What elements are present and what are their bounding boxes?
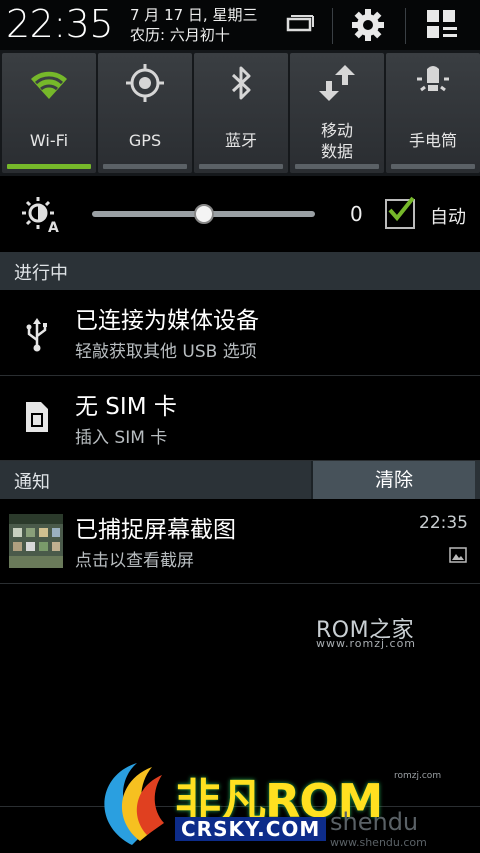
- notification-subtitle: 点击以查看截屏: [75, 551, 194, 571]
- qs-tile-gps[interactable]: GPS: [98, 53, 192, 173]
- qs-label: GPS: [128, 131, 162, 150]
- wifi-icon: [31, 71, 67, 99]
- notification-subtitle: 插入 SIM 卡: [75, 428, 168, 448]
- settings-gear-icon[interactable]: [350, 7, 386, 43]
- qs-indicator-off: [295, 164, 379, 169]
- notification-time: 22:35: [419, 513, 468, 533]
- qs-indicator-off: [391, 164, 475, 169]
- date-line: 7 月 17 日, 星期三: [130, 6, 258, 24]
- notification-title: 无 SIM 卡: [75, 394, 177, 420]
- image-icon: [449, 547, 467, 563]
- qs-label: Wi-Fi: [29, 131, 69, 150]
- clock: 22:35: [6, 2, 114, 46]
- qs-label-line2: 数据: [320, 142, 353, 161]
- brightness-auto-icon: A: [22, 197, 59, 234]
- notification-subtitle: 轻敲获取其他 USB 选项: [75, 342, 257, 362]
- watermark-shendu: shendu: [330, 808, 419, 836]
- notification-no-sim[interactable]: 无 SIM 卡 插入 SIM 卡: [0, 376, 480, 461]
- auto-brightness-label: 自动: [430, 207, 466, 228]
- flashlight-icon: [417, 66, 449, 92]
- section-header-notifications: 通知 清除: [0, 461, 480, 499]
- qs-label: 手电筒: [408, 131, 457, 150]
- clear-button[interactable]: 清除: [311, 461, 475, 499]
- qs-tile-flashlight[interactable]: 手电筒: [386, 53, 480, 173]
- notification-screenshot[interactable]: 已捕捉屏幕截图 点击以查看截屏 22:35: [0, 499, 480, 584]
- notification-title: 已连接为媒体设备: [75, 308, 259, 334]
- watermark-domain: CRSKY.COM: [175, 817, 327, 841]
- divider: [332, 8, 333, 44]
- section-title: 进行中: [14, 263, 68, 284]
- watermark-romzj-url: www.romzj.com: [316, 637, 417, 650]
- mobile-data-icon: [319, 65, 355, 101]
- qs-indicator-off: [199, 164, 283, 169]
- sim-card-icon: [26, 402, 48, 432]
- checkmark-icon: [388, 196, 415, 222]
- screenshot-thumbnail: [9, 514, 63, 568]
- lunar-date-line: 农历: 六月初十: [130, 26, 230, 44]
- qs-tile-mobile-data[interactable]: 移动 数据: [290, 53, 384, 173]
- brightness-value: 0: [350, 202, 363, 226]
- section-header-ongoing: 进行中: [0, 252, 480, 290]
- notification-title: 已捕捉屏幕截图: [75, 517, 236, 543]
- quick-settings-panel: Wi-Fi GPS 蓝牙 移动 数据 手电筒: [0, 50, 480, 176]
- qs-tile-wifi[interactable]: Wi-Fi: [2, 53, 96, 173]
- bluetooth-icon: [231, 66, 251, 100]
- usb-icon: [26, 318, 47, 352]
- qs-label-line1: 移动: [320, 121, 353, 140]
- qs-indicator-on: [7, 164, 91, 169]
- svg-text:A: A: [48, 220, 59, 234]
- qs-tile-bluetooth[interactable]: 蓝牙: [194, 53, 288, 173]
- qs-indicator-off: [103, 164, 187, 169]
- gps-icon: [126, 64, 164, 102]
- section-title: 通知: [14, 472, 50, 493]
- watermark-shendu-url: www.shendu.com: [330, 836, 427, 849]
- date-display: 7 月 17 日, 星期三 农历: 六月初十: [130, 5, 257, 45]
- status-header: 22:35 7 月 17 日, 星期三 农历: 六月初十: [0, 0, 480, 50]
- watermark-romzj-small: romzj.com: [394, 771, 442, 781]
- qs-label: 蓝牙: [224, 131, 257, 150]
- auto-brightness-checkbox[interactable]: [385, 196, 415, 229]
- recent-apps-icon[interactable]: [282, 7, 318, 43]
- notification-usb[interactable]: 已连接为媒体设备 轻敲获取其他 USB 选项: [0, 290, 480, 376]
- grid-menu-icon[interactable]: [424, 7, 460, 43]
- brightness-slider-thumb[interactable]: [193, 204, 214, 224]
- divider: [405, 8, 406, 44]
- brightness-control: A 0 自动: [0, 176, 480, 252]
